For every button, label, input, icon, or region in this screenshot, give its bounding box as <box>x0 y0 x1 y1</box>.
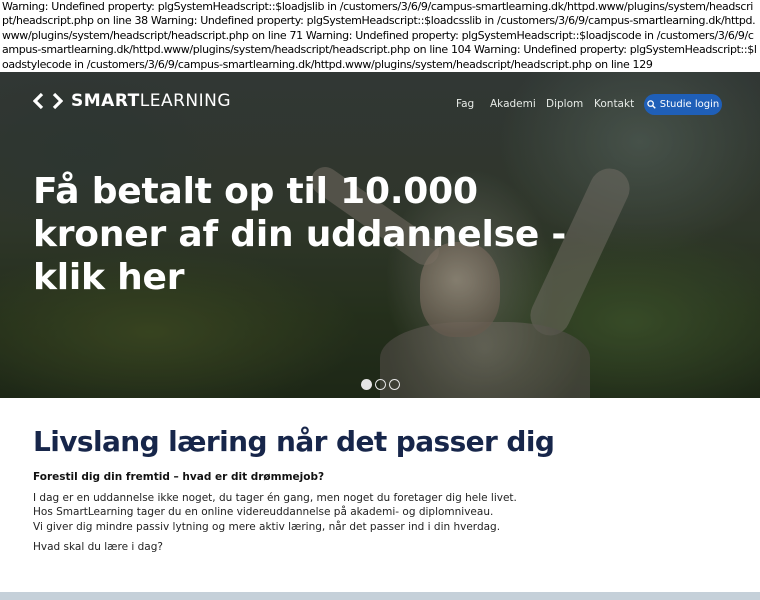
login-label: Studie login <box>659 99 720 110</box>
nav-item-akademi[interactable]: Akademi <box>490 98 536 110</box>
hero-title-link[interactable]: Få betalt op til 10.000 kroner af din ud… <box>33 170 593 299</box>
nav-item-kontakt[interactable]: Kontakt <box>594 98 634 110</box>
hero-banner[interactable]: SMARTLEARNING Fag Akademi Diplom Kontakt… <box>0 72 760 398</box>
code-brackets-icon <box>33 92 63 110</box>
brand-name: SMARTLEARNING <box>71 91 232 111</box>
nav-item-fag[interactable]: Fag <box>456 98 474 110</box>
student-login-button[interactable]: Studie login <box>644 94 722 115</box>
carousel-dot-3[interactable] <box>389 379 400 390</box>
section-divider <box>0 592 760 600</box>
carousel-dot-1[interactable] <box>361 379 372 390</box>
nav-item-diplom[interactable]: Diplom <box>546 98 583 110</box>
intro-question: Hvad skal du lære i dag? <box>33 541 163 553</box>
carousel-dot-2[interactable] <box>375 379 386 390</box>
intro-section: Livslang læring når det passer dig Fores… <box>33 424 733 553</box>
site-logo[interactable]: SMARTLEARNING <box>33 91 231 111</box>
page-heading: Livslang læring når det passer dig <box>33 425 555 458</box>
intro-subheading: Forestil dig din fremtid – hvad er dit d… <box>33 471 325 483</box>
php-warnings: Warning: Undefined property: plgSystemHe… <box>2 0 757 71</box>
intro-paragraph: I dag er en uddannelse ikke noget, du ta… <box>33 492 517 533</box>
search-icon <box>647 100 656 109</box>
carousel-indicators[interactable] <box>361 379 403 390</box>
